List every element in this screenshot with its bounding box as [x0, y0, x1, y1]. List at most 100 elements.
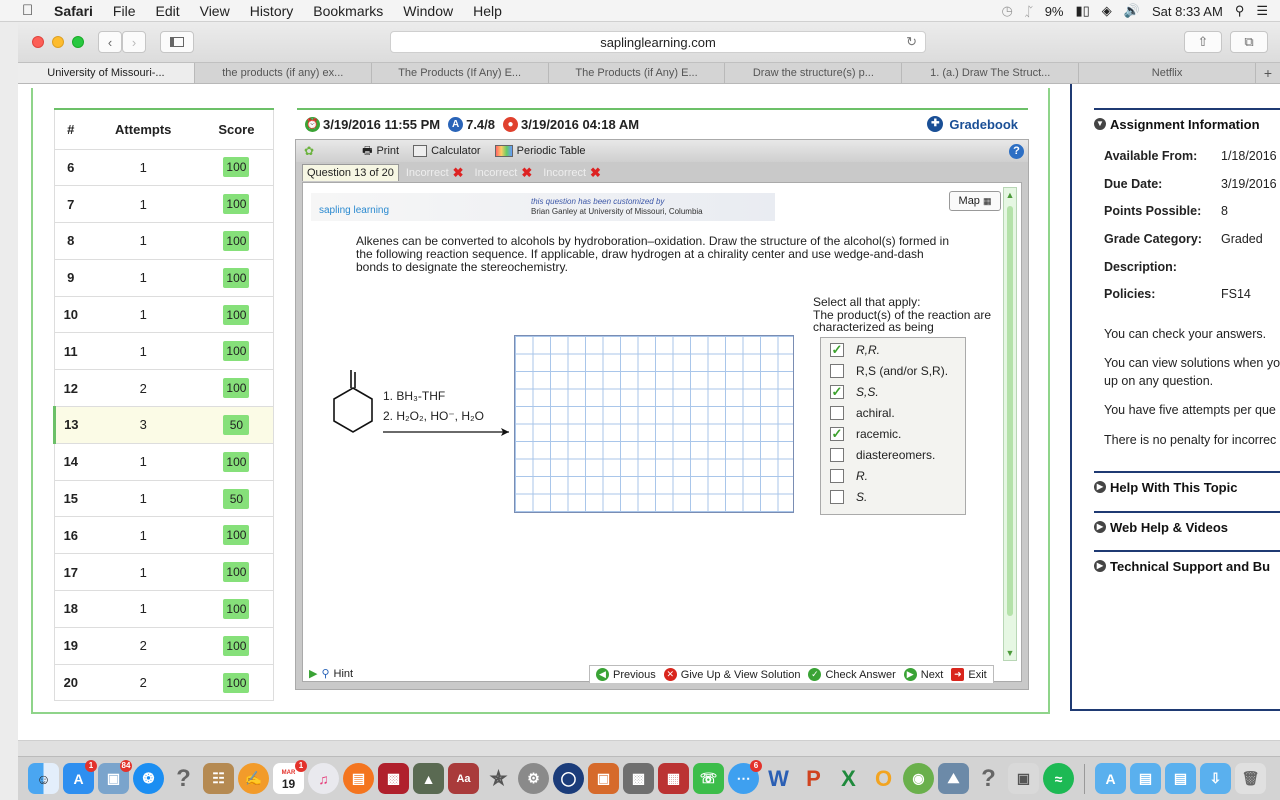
spotify-icon[interactable]: ≈	[1043, 763, 1074, 794]
onenote-icon[interactable]: O	[868, 763, 899, 794]
question-number[interactable]: 12	[54, 369, 87, 408]
option-checkbox[interactable]	[830, 469, 844, 483]
battery-icon[interactable]: ▮▯	[1075, 3, 1089, 19]
apple-icon[interactable]: 	[22, 2, 42, 19]
check-answer-button[interactable]: ✓ Check Answer	[808, 668, 896, 681]
option-achiral[interactable]: achiral.	[830, 403, 895, 423]
browser-tab[interactable]: The Products (if Any) E...	[549, 63, 726, 83]
menu-help[interactable]: Help	[473, 3, 502, 19]
clock[interactable]: Sat 8:33 AM	[1152, 4, 1223, 19]
question-number[interactable]: 17	[54, 553, 87, 592]
calculator-button[interactable]: Calculator	[413, 145, 481, 157]
content-scrollbar[interactable]: ▲ ▼	[1003, 187, 1017, 661]
menu-edit[interactable]: Edit	[155, 3, 179, 19]
option-checkbox[interactable]	[830, 406, 844, 420]
menu-file[interactable]: File	[113, 3, 136, 19]
option-checkbox[interactable]	[830, 364, 844, 378]
migration-icon[interactable]: ⛰	[938, 763, 969, 794]
question-number[interactable]: 6	[54, 149, 87, 187]
question-number[interactable]: 20	[54, 664, 87, 702]
option-r[interactable]: R.	[830, 466, 868, 486]
zoom-window-button[interactable]	[72, 36, 84, 48]
forward-button[interactable]: ›	[122, 31, 146, 53]
give-up-button[interactable]: ✕ Give Up & View Solution	[663, 668, 800, 681]
question-number[interactable]: 13	[52, 406, 87, 444]
sidebar-toggle-button[interactable]	[160, 31, 194, 53]
browser-tab[interactable]: Netflix	[1079, 63, 1257, 83]
table-row[interactable]: 10 1 100	[54, 296, 274, 334]
browser-tab[interactable]: University of Missouri-...	[18, 63, 195, 83]
table-row[interactable]: 15 1 50	[54, 480, 274, 518]
safari-icon[interactable]: ❂	[133, 763, 164, 794]
reload-icon[interactable]: ↻	[906, 34, 917, 50]
itunes-icon[interactable]: ♫	[308, 763, 339, 794]
question-number[interactable]: 9	[54, 259, 87, 297]
print-button[interactable]: 🖶 Print	[362, 142, 399, 161]
dictionary-icon[interactable]: Aa	[448, 763, 479, 794]
question-number[interactable]: 11	[54, 332, 87, 371]
close-window-button[interactable]	[32, 36, 44, 48]
volume-icon[interactable]: 🔊	[1124, 3, 1140, 19]
option-checkbox[interactable]	[830, 448, 844, 462]
option-checkbox[interactable]: ✓	[830, 426, 844, 441]
browser-tab[interactable]: 1. (a.) Draw The Struct...	[902, 63, 1080, 83]
system-preferences-icon[interactable]: ⚙	[518, 763, 549, 794]
photo-booth-icon[interactable]: ▩	[378, 763, 409, 794]
option-checkbox[interactable]	[830, 490, 844, 504]
browser-tab[interactable]: the products (if any) ex...	[195, 63, 372, 83]
tech-support-header[interactable]: ▶ Technical Support and Bu	[1094, 550, 1280, 580]
time-machine-icon[interactable]: ◷	[1002, 3, 1013, 19]
tab-current-question[interactable]: Question 13 of 20	[302, 164, 399, 181]
game-center-icon[interactable]: ✯	[483, 763, 514, 794]
share-button[interactable]: ⇧	[1184, 31, 1222, 53]
question-number[interactable]: 7	[54, 185, 87, 224]
table-row[interactable]: 19 2 100	[54, 627, 274, 665]
table-row[interactable]: 9 1 100	[54, 259, 274, 297]
question-number[interactable]: 16	[54, 516, 87, 555]
question-number[interactable]: 8	[54, 222, 87, 260]
previous-button[interactable]: ◀ Previous	[596, 668, 656, 681]
address-bar[interactable]: saplinglearning.com ↻	[390, 31, 926, 53]
show-tabs-button[interactable]: ⧉	[1230, 31, 1268, 53]
browser-tab[interactable]: Draw the structure(s) p...	[725, 63, 903, 83]
question-number[interactable]: 15	[54, 480, 87, 518]
hint-button[interactable]: ▶ ⚲ Hint	[309, 667, 353, 681]
option-ss[interactable]: ✓ S,S.	[830, 382, 879, 402]
periodic-table-button[interactable]: Periodic Table	[494, 145, 586, 157]
scroll-up-icon[interactable]: ▲	[1004, 190, 1016, 200]
table-row[interactable]: 11 1 100	[54, 332, 274, 371]
option-s[interactable]: S.	[830, 487, 867, 507]
menu-app[interactable]: Safari	[54, 3, 93, 19]
ibooks-icon[interactable]: ✍	[238, 763, 269, 794]
question-number[interactable]: 18	[54, 590, 87, 628]
option-diastereomers[interactable]: diastereomers.	[830, 445, 935, 465]
question-number[interactable]: 19	[54, 627, 87, 665]
table-row[interactable]: 7 1 100	[54, 185, 274, 224]
image-capture-icon[interactable]: ▲	[413, 763, 444, 794]
applications-folder-icon[interactable]: A	[1095, 763, 1126, 794]
ibooks-store-icon[interactable]: ▤	[343, 763, 374, 794]
option-checkbox[interactable]: ✓	[830, 342, 844, 357]
help-icon[interactable]: ?	[1009, 144, 1024, 159]
assignment-info-header[interactable]: ▼ Assignment Information	[1094, 108, 1280, 138]
downloads-folder-icon[interactable]: ⇩	[1200, 763, 1231, 794]
messages-icon[interactable]: ⋯ 6	[728, 760, 762, 794]
menu-history[interactable]: History	[250, 3, 294, 19]
dashboard-icon[interactable]: ▦	[658, 763, 689, 794]
question-number[interactable]: 14	[54, 443, 87, 481]
question-number[interactable]: 10	[54, 296, 87, 334]
table-row[interactable]: 14 1 100	[54, 443, 274, 481]
map-button[interactable]: Map ▦	[949, 191, 1001, 211]
back-button[interactable]: ‹	[98, 31, 122, 53]
powerpoint-icon[interactable]: P	[798, 763, 829, 794]
word-icon[interactable]: W	[763, 763, 794, 794]
bluetooth-icon[interactable]: ᛢ	[1025, 4, 1033, 19]
spotlight-icon[interactable]: ⚲	[1235, 3, 1245, 19]
table-row[interactable]: 18 1 100	[54, 590, 274, 628]
maps-icon[interactable]: ◉	[903, 763, 934, 794]
table-row[interactable]: 17 1 100	[54, 553, 274, 592]
keynote-icon[interactable]: ▣	[588, 763, 619, 794]
scroll-thumb[interactable]	[1007, 206, 1013, 616]
help-icon-dock[interactable]: ?	[973, 763, 1004, 794]
gradebook-link[interactable]: ✚ Gradebook	[927, 116, 1018, 132]
